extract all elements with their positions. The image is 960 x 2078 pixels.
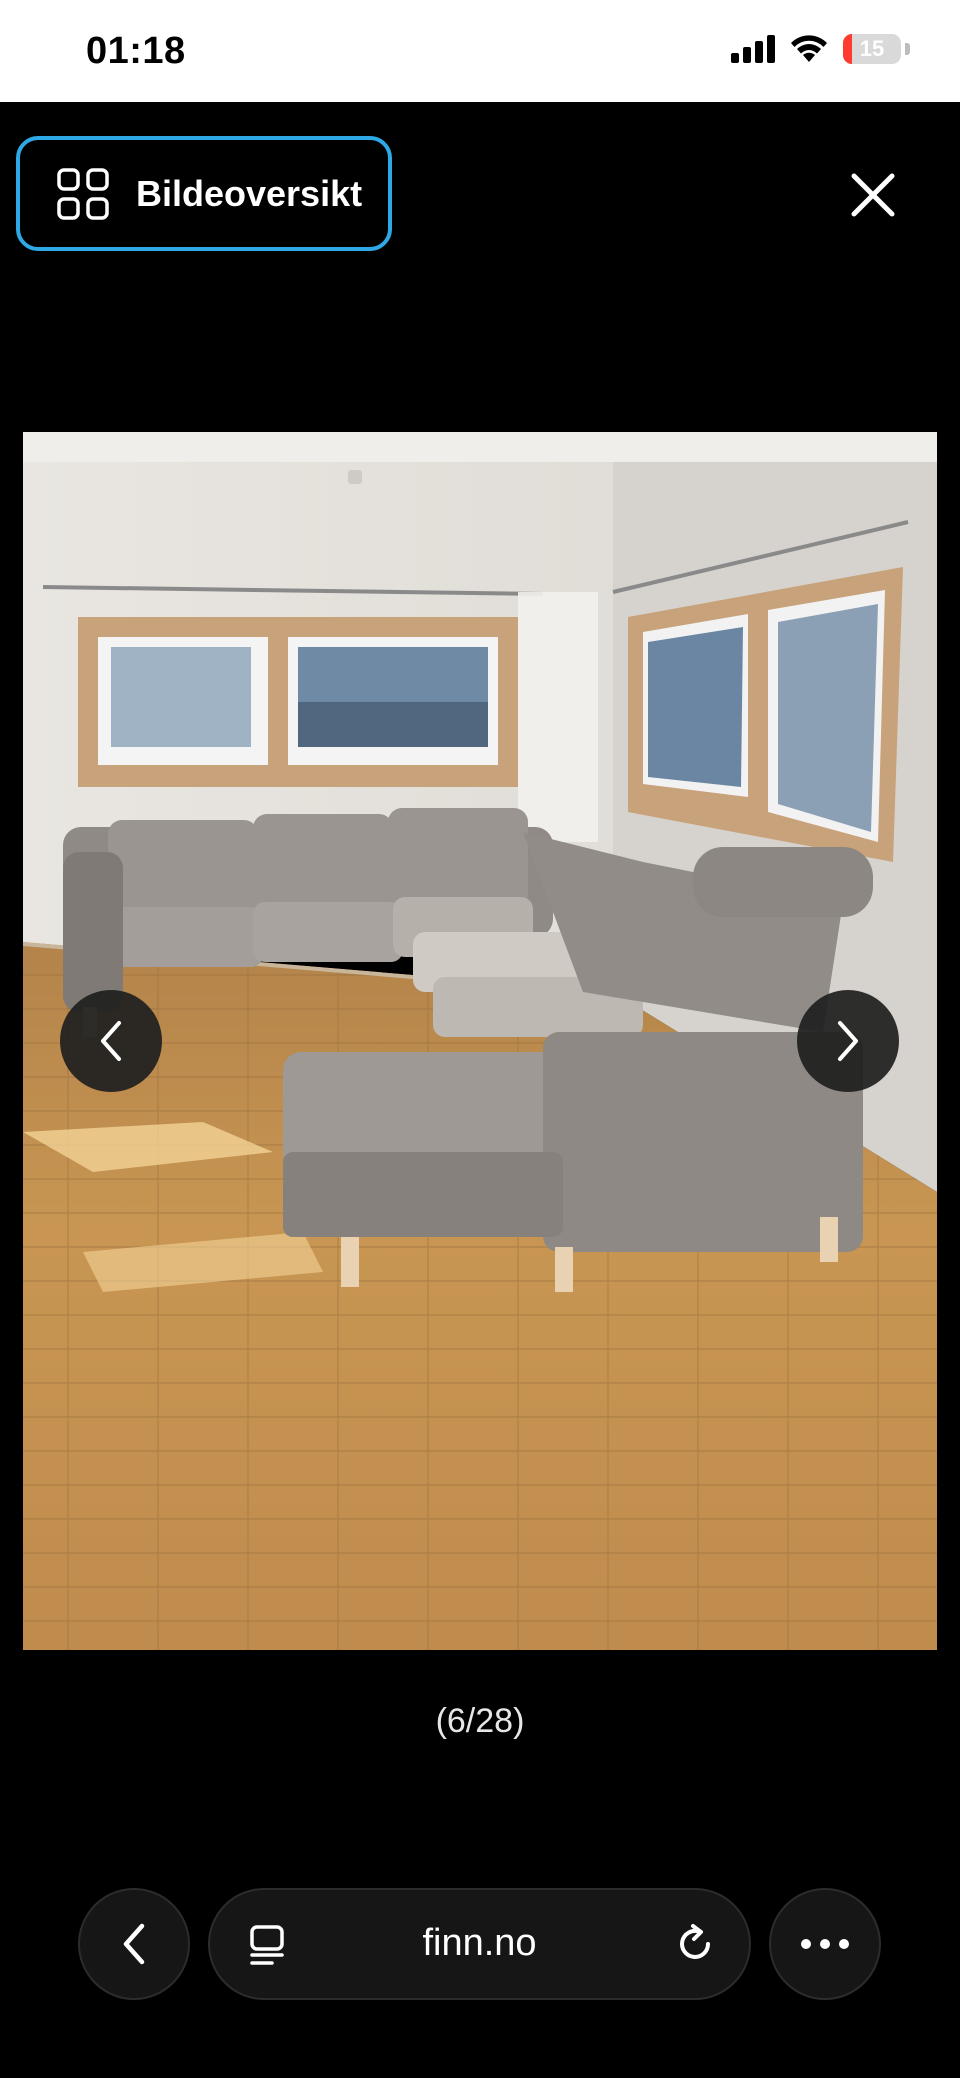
cellular-signal-icon bbox=[731, 35, 775, 63]
battery-level: 15 bbox=[859, 36, 885, 61]
reload-icon[interactable] bbox=[671, 1920, 719, 1968]
status-icons: 15 bbox=[731, 34, 910, 64]
previous-image-button[interactable] bbox=[60, 990, 162, 1092]
browser-back-button[interactable] bbox=[78, 1888, 190, 2000]
more-options-button[interactable] bbox=[769, 1888, 881, 2000]
chevron-left-icon bbox=[101, 1021, 121, 1061]
battery-cap bbox=[905, 43, 910, 55]
status-bar: 01:18 15 bbox=[0, 0, 960, 102]
image-overview-button[interactable]: Bildeoversikt bbox=[16, 136, 392, 251]
chevron-left-icon bbox=[123, 1923, 145, 1965]
image-counter: (6/28) bbox=[435, 1702, 525, 1740]
status-time: 01:18 bbox=[86, 30, 186, 72]
ellipsis-icon bbox=[801, 1939, 849, 1949]
chevron-right-icon bbox=[838, 1021, 858, 1061]
wifi-icon bbox=[791, 35, 827, 62]
battery-icon: 15 bbox=[843, 34, 901, 64]
grid-icon bbox=[57, 167, 109, 220]
close-icon[interactable] bbox=[842, 164, 904, 226]
image-overview-label: Bildeoversikt bbox=[136, 172, 363, 214]
address-bar[interactable]: finn.no bbox=[208, 1888, 751, 2000]
next-image-button[interactable] bbox=[797, 990, 899, 1092]
url-text: finn.no bbox=[422, 1922, 537, 1964]
